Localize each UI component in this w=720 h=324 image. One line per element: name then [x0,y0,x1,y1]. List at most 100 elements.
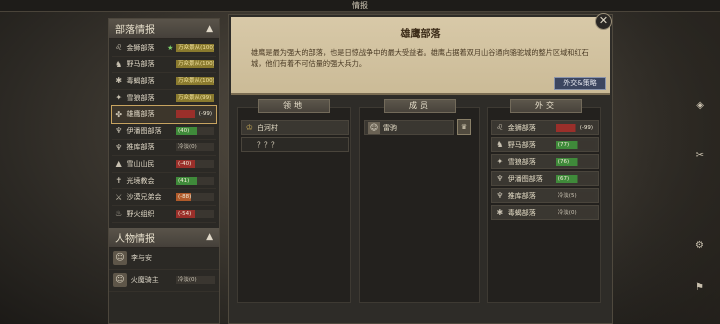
person-row[interactable]: ☺ 火魔骑主 冷淡(0) [109,270,219,292]
close-icon[interactable]: ✕ [595,13,612,30]
person-row[interactable]: ☺ 李与安 [109,248,219,270]
chevron-up-icon[interactable]: ▲ [206,24,213,34]
relation-row[interactable]: ✦ 雪狼部落 (76) [491,154,599,169]
relation-row[interactable]: ✱ 毒蝎部落 冷淡(0) [491,205,599,220]
window-title: 情报 [352,1,368,10]
relation-badge: 冷淡(0) [176,143,215,152]
tribe-row[interactable]: ▲ 雪山山民 (-40) [112,156,216,173]
territory-name: ？？？ [257,140,278,149]
tribe-row[interactable]: ♨ 野火组织 (-54) [112,206,216,223]
faction-description: 雄鹰是最为强大的部落，也是日惊战争中的最大受益者。雄鹰占据着双月山谷通向骆驼城的… [251,48,589,68]
territory-name: 白河村 [257,123,278,132]
territory-item[interactable]: ♔ 白河村 [241,120,349,135]
relation-name: 野马部落 [507,140,536,149]
wolf-icon: ✦ [115,93,123,103]
tribe-icon: ♆ [496,191,504,200]
tribe-icon: ♆ [115,126,123,136]
relation-badge: (-99) [555,123,595,132]
relation-badge: (67) [555,174,595,183]
lion-icon: ♌ [115,43,123,53]
favorite-star-icon: ★ [167,43,174,52]
tribe-name: 金狮部落 [126,43,155,52]
territory-header: 领地 [258,99,330,113]
tribe-list: ♌ 金狮部落 ★ 万众景从(100) ♞ 野马部落 万众景从(100) ✱ 毒蝎… [109,39,219,224]
members-column [359,107,480,303]
scorpion-icon: ✱ [115,76,123,86]
tribe-row-selected[interactable]: ✤ 雄鹰部落 (-99) [111,105,217,124]
tribe-name: 雄鹰部落 [126,110,155,119]
diplomacy-header: 外交 [510,99,582,113]
diplomacy-strategy-button[interactable]: 外交&策略 [554,77,606,90]
horse-icon: ♞ [115,59,123,69]
member-item[interactable]: ☺ 雷驹 [364,120,454,135]
mountain-icon: ▲ [115,159,122,169]
tribe-row[interactable]: ♆ 伊潘图部落 (40) [112,123,216,140]
swords-icon: ⚔ [115,192,123,202]
tribe-icon: ♆ [496,174,504,183]
territory-item[interactable]: ？？？ [241,137,349,152]
relation-row[interactable]: ♞ 野马部落 (77) [491,137,599,152]
hud-tools-icon[interactable]: ✂ [696,150,704,161]
relation-badge: 万众景从(99) [176,93,215,102]
relation-row[interactable]: ♆ 伊潘图部落 (67) [491,171,599,186]
person-icon: ☺ [368,121,380,134]
relation-badge: (41) [176,176,215,185]
relation-name: 金狮部落 [507,123,536,132]
eagle-icon: ✤ [115,109,123,119]
relation-badge: 万众景从(100) [176,60,215,69]
tribe-name: 雪山山民 [126,159,155,168]
lion-icon: ♌ [496,123,504,132]
tribe-name: 光境教会 [126,176,155,185]
relation-badge: (-40) [176,159,215,168]
tribe-row[interactable]: ✝ 光境教会 (41) [112,173,216,190]
relation-badge: (77) [555,140,595,149]
relation-badge: 冷淡(0) [555,208,595,217]
relation-name: 雪狼部落 [507,157,536,166]
faction-description-card: 雄鹰部落 雄鹰是最为强大的部落，也是日惊战争中的最大受益者。雄鹰占据着双月山谷通… [231,17,610,95]
tribe-name: 雪狼部落 [126,93,155,102]
relation-name: 毒蝎部落 [507,208,536,217]
avatar: ☺ [113,273,127,288]
relation-badge: 冷淡(5) [555,191,595,200]
relation-row[interactable]: ♌ 金狮部落 (-99) [491,120,599,135]
member-name: 雷驹 [383,123,397,132]
wolf-icon: ✦ [496,157,504,166]
faction-detail-dialog: 雄鹰部落 雄鹰是最为强大的部落，也是日惊战争中的最大受益者。雄鹰占据着双月山谷通… [228,14,613,324]
person-name: 火魔骑主 [130,276,159,285]
hud-bag-icon[interactable]: ⚑ [695,282,704,293]
person-name: 李与安 [131,254,152,263]
tribe-section-header[interactable]: 部落情报 ▲ [109,19,219,39]
relation-badge: 万众景从(100) [176,43,215,52]
tribe-name: 野火组织 [126,209,155,218]
avatar: ☺ [113,251,127,266]
relation-badge: 万众景从(100) [176,76,215,85]
people-section-header[interactable]: 人物情报 ▲ [109,227,219,248]
tribe-row[interactable]: ⚔ 沙漠兄弟会 (-88) [112,189,216,206]
scorpion-icon: ✱ [496,208,504,217]
hud-map-icon[interactable]: ◈ [696,100,704,111]
faction-title: 雄鹰部落 [400,29,441,40]
tribe-row[interactable]: ♞ 野马部落 万众景从(100) [112,57,216,74]
hud-settings-icon[interactable]: ⚙ [695,240,704,251]
members-header: 成员 [384,99,456,113]
relation-row[interactable]: ♆ 推库部落 冷淡(5) [491,188,599,203]
horse-icon: ♞ [496,140,504,149]
relation-badge: 冷淡(0) [175,276,215,285]
tribe-icon: ♆ [115,142,123,152]
relation-name: 推库部落 [507,191,536,200]
relation-badge: (76) [555,157,595,166]
tribe-section-title: 部落情报 [115,25,155,36]
tribe-name: 伊潘图部落 [126,126,162,135]
tribe-row[interactable]: ♆ 推库部落 冷淡(0) [112,140,216,157]
tribe-row[interactable]: ♌ 金狮部落 ★ 万众景从(100) [112,40,216,57]
tribe-row[interactable]: ✦ 雪狼部落 万众景从(99) [112,90,216,107]
relation-badge: (-54) [176,209,215,218]
tribe-row[interactable]: ✱ 毒蝎部落 万众景从(100) [112,73,216,90]
tribe-name: 毒蝎部落 [126,76,155,85]
territory-crest-icon: ♔ [245,123,254,132]
window-title-bar: 情报 [0,0,720,12]
chevron-up-icon[interactable]: ▲ [206,232,213,242]
tribe-name: 野马部落 [126,60,155,69]
tribe-name: 沙漠兄弟会 [126,193,162,202]
background-right-hud [605,0,720,324]
